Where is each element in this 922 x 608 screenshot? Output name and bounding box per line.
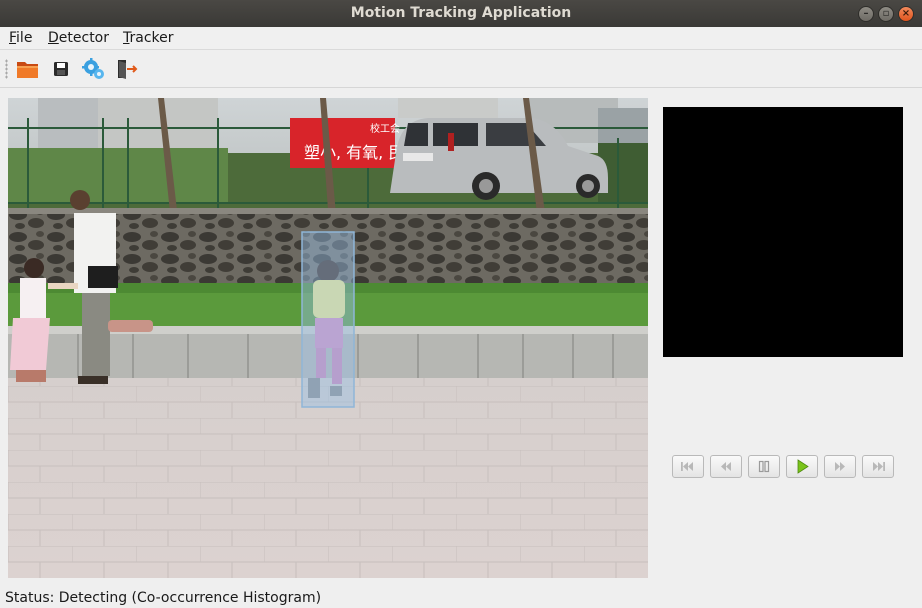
ground-item [108, 320, 153, 332]
toolbar [0, 50, 922, 88]
pause-button[interactable] [748, 455, 780, 478]
detection-box [301, 231, 355, 408]
menu-file[interactable]: File [9, 30, 32, 46]
close-button[interactable] [898, 6, 914, 22]
fast-forward-button[interactable] [824, 455, 856, 478]
fast-forward-icon [835, 462, 845, 471]
status-text: Status: Detecting (Co-occurrence Histogr… [5, 590, 322, 606]
menubar: File Detector Tracker [0, 27, 922, 50]
maximize-button[interactable] [878, 6, 894, 22]
exit-button[interactable] [114, 56, 140, 82]
skip-to-start-icon [681, 462, 693, 471]
settings-button[interactable] [81, 56, 107, 82]
skip-to-start-button[interactable] [672, 455, 704, 478]
video-scene: 校工会 塑小, 有氧, 民 [8, 98, 648, 578]
rewind-button[interactable] [710, 455, 742, 478]
toolbar-grip[interactable] [5, 59, 8, 79]
svg-text:塑小, 有氧, 民: 塑小, 有氧, 民 [304, 143, 404, 162]
menu-detector[interactable]: Detector [48, 30, 109, 46]
folder-open-icon [17, 62, 38, 78]
menu-tracker[interactable]: Tracker [123, 30, 174, 46]
settings-gears-icon [82, 58, 104, 79]
save-icon [54, 62, 68, 76]
skip-to-end-icon [873, 462, 885, 471]
svg-text:校工会: 校工会 [370, 122, 400, 135]
window-title: Motion Tracking Application [350, 5, 572, 21]
window-titlebar: Motion Tracking Application [0, 0, 922, 27]
pause-icon [758, 460, 770, 473]
tracker-preview [663, 107, 903, 357]
play-button[interactable] [786, 455, 818, 478]
skip-to-end-button[interactable] [862, 455, 894, 478]
exit-door-icon [118, 60, 138, 79]
rewind-icon [721, 462, 731, 471]
save-button[interactable] [48, 56, 74, 82]
open-button[interactable] [15, 56, 41, 82]
play-icon [797, 459, 809, 474]
minimize-button[interactable] [858, 6, 874, 22]
video-frame[interactable]: 校工会 塑小, 有氧, 民 [8, 98, 648, 578]
red-banner: 校工会 塑小, 有氧, 民 [290, 118, 404, 168]
